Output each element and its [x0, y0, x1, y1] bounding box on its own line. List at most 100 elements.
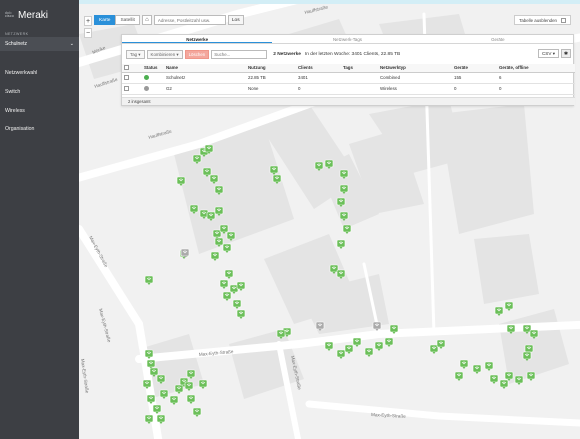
access-point-marker[interactable] [224, 269, 234, 279]
row-select-cell[interactable] [122, 72, 142, 84]
toggle-table-label: Tabelle ausblenden [519, 17, 557, 23]
logo[interactable]: ılıılı cisco Meraki [5, 8, 48, 22]
road [305, 400, 580, 427]
csv-export-dropdown[interactable]: CSV ▾ [537, 49, 559, 58]
delete-button[interactable]: Löschen [184, 49, 210, 59]
access-point-marker[interactable] [336, 349, 346, 359]
access-point-marker[interactable] [236, 309, 246, 319]
status-online-icon [144, 74, 149, 80]
table-row[interactable]: G2 None 0 Wireless 0 0 [122, 83, 575, 95]
access-point-marker[interactable] [384, 337, 394, 347]
nav-item-wireless[interactable]: Wireless [5, 108, 25, 114]
select-all-header[interactable] [122, 64, 142, 73]
combine-dropdown-label: Kombinieren [150, 51, 176, 57]
access-point-marker[interactable] [352, 337, 362, 347]
access-point-marker[interactable] [514, 375, 524, 385]
road-label: Hauffstraße [94, 77, 119, 89]
zoom-out-button[interactable]: − [84, 28, 92, 38]
home-icon[interactable]: ⌂ [141, 15, 152, 25]
access-point-marker[interactable] [222, 291, 232, 301]
access-point-marker[interactable] [184, 381, 194, 391]
network-select[interactable]: Schulnetz ⌄ [0, 37, 79, 51]
satellite-view-button[interactable]: Satellit [115, 15, 140, 25]
access-point-marker[interactable] [210, 251, 220, 261]
devices-cell: 155 [452, 72, 497, 84]
map-view-button[interactable]: Karte [94, 15, 116, 25]
column-header-clients[interactable]: Clients [296, 64, 341, 73]
access-point-marker[interactable] [459, 359, 469, 369]
table-footer: 2 insgesamt [122, 97, 575, 105]
access-point-marker[interactable] [192, 407, 202, 417]
tab-devices[interactable]: Geräte [423, 35, 573, 43]
access-point-marker[interactable] [494, 306, 504, 316]
access-point-marker[interactable] [454, 371, 464, 381]
column-header-status[interactable]: Status [142, 64, 164, 73]
toggle-table-checkbox[interactable] [561, 17, 566, 23]
name-cell[interactable]: G2 [164, 83, 246, 95]
column-header-tags[interactable]: Tags [341, 64, 378, 73]
network-search-input[interactable] [211, 49, 268, 59]
access-point-marker[interactable] [219, 279, 229, 289]
tab-networks[interactable]: Netzwerke [122, 35, 273, 43]
access-point-marker[interactable] [336, 239, 346, 249]
nav-item-network-wide[interactable]: Netzwerkwahl [5, 70, 37, 76]
nav-item-switch[interactable]: Switch [5, 89, 20, 95]
weekly-usage-summary: In der letzten Woche: 3401 Clients, 22.8… [304, 51, 401, 57]
access-point-marker[interactable] [344, 344, 354, 354]
toggle-table-control[interactable]: Tabelle ausblenden [514, 15, 571, 25]
access-point-marker[interactable] [372, 321, 382, 331]
access-point-marker[interactable] [526, 371, 536, 381]
access-point-marker[interactable] [489, 374, 499, 384]
column-header-devices[interactable]: Geräte [452, 64, 497, 73]
road-label: Hauffstraße [148, 128, 173, 140]
access-point-marker[interactable] [504, 301, 514, 311]
column-header-devices-offline[interactable]: Geräte, offline [497, 64, 575, 73]
road-label: Max-Eyth-Straße [80, 358, 90, 394]
access-point-marker[interactable] [174, 384, 184, 394]
select-all-checkbox[interactable] [124, 64, 129, 70]
devices-offline-cell: 0 [497, 83, 575, 95]
access-point-marker[interactable] [222, 243, 232, 253]
access-point-marker[interactable] [169, 395, 179, 405]
devices-offline-cell: 6 [497, 72, 575, 84]
table-row[interactable]: Schulnetz 22.85 TB 3401 Combined 155 6 [122, 72, 575, 84]
address-search-input[interactable] [153, 15, 226, 25]
tag-dropdown[interactable]: Tag ▾ [126, 49, 145, 59]
row-select-cell[interactable] [122, 83, 142, 95]
road [79, 225, 163, 439]
access-point-marker[interactable] [499, 379, 509, 389]
access-point-marker[interactable] [364, 347, 374, 357]
gear-icon[interactable]: ✱ [561, 49, 571, 58]
tags-cell [341, 72, 378, 84]
access-point-marker[interactable] [342, 224, 352, 234]
chevron-down-icon: ⌄ [69, 41, 74, 47]
column-header-name[interactable]: Name [164, 64, 246, 73]
devices-cell: 0 [452, 83, 497, 95]
column-header-network-type[interactable]: Netzwerktyp [378, 64, 452, 73]
zoom-in-button[interactable]: + [84, 16, 92, 26]
status-cell [142, 83, 164, 95]
access-point-marker[interactable] [232, 299, 242, 309]
access-point-marker[interactable] [324, 341, 334, 351]
status-cell [142, 72, 164, 84]
row-checkbox[interactable] [124, 85, 129, 91]
name-cell[interactable]: Schulnetz [164, 72, 246, 84]
access-point-marker[interactable] [472, 364, 482, 374]
access-point-marker[interactable] [198, 379, 208, 389]
network-count: 2 Netzwerke [273, 51, 301, 57]
tab-network-tags[interactable]: Netzwerk-Tags [272, 35, 422, 43]
access-point-marker[interactable] [144, 275, 154, 285]
access-point-marker[interactable] [159, 389, 169, 399]
access-point-marker[interactable] [484, 361, 494, 371]
access-point-marker[interactable] [186, 394, 196, 404]
combine-dropdown[interactable]: Kombinieren ▾ [146, 49, 183, 59]
road-label: Max-Eyth-Straße [98, 308, 112, 343]
row-checkbox[interactable] [124, 74, 129, 80]
status-offline-icon [144, 85, 149, 91]
network-select-value: Schulnetz [5, 41, 27, 47]
go-button[interactable]: Los [227, 15, 244, 25]
column-header-usage[interactable]: Nutzung [246, 64, 296, 73]
network-type-cell: Combined [378, 72, 452, 84]
access-point-marker[interactable] [374, 341, 384, 351]
nav-item-organization[interactable]: Organisation [5, 126, 34, 132]
